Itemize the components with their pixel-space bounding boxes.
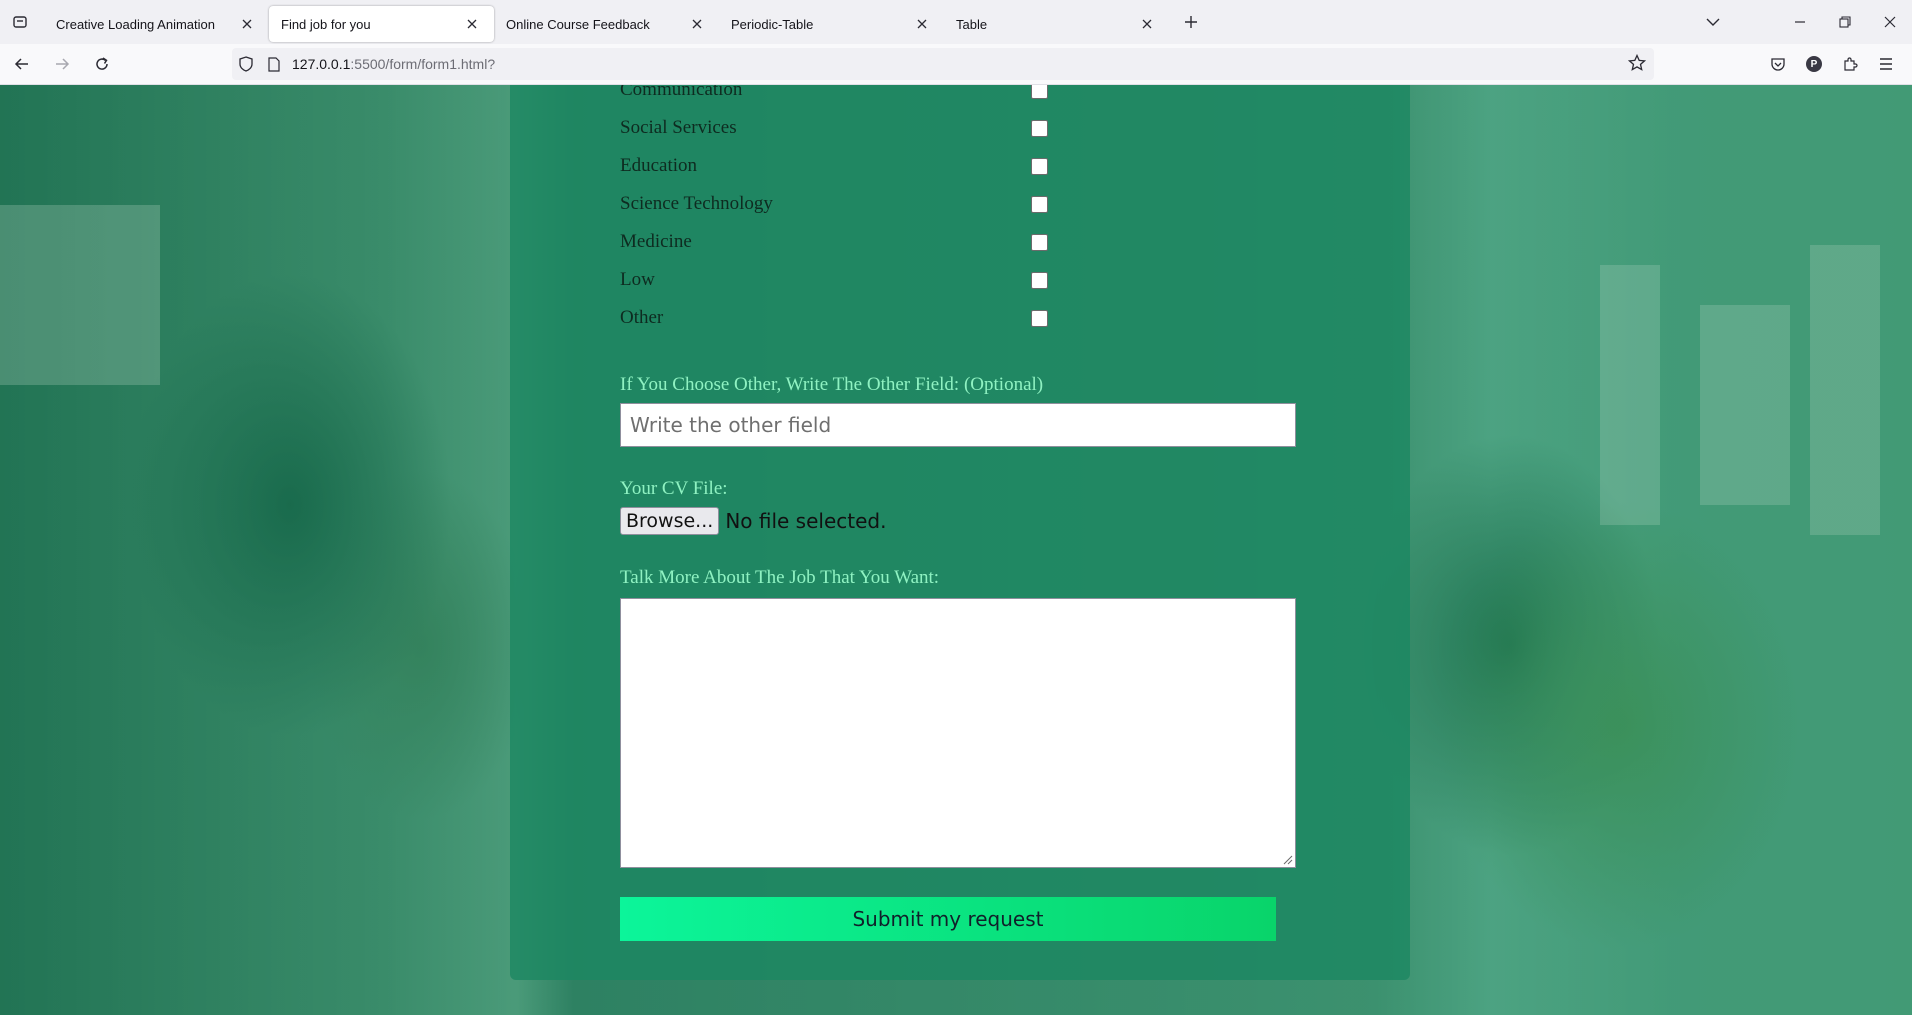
- cv-file-label: Your CV File:: [620, 478, 728, 499]
- job-details-label: Talk More About The Job That You Want:: [620, 567, 940, 588]
- forward-button[interactable]: [44, 48, 80, 80]
- tab-bar: Creative Loading Animation Find job for …: [0, 0, 1912, 44]
- close-tab-icon[interactable]: [1137, 14, 1157, 34]
- menu-button[interactable]: [1868, 48, 1904, 80]
- category-row-medicine: Medicine: [620, 229, 1240, 255]
- tab-title: Periodic-Table: [731, 16, 814, 32]
- background-photo: [0, 205, 160, 385]
- category-checkbox-social-services[interactable]: [1031, 119, 1048, 137]
- tab-periodic-table[interactable]: Periodic-Table: [719, 6, 944, 42]
- list-all-tabs-button[interactable]: [1691, 0, 1735, 44]
- job-details-textarea[interactable]: [620, 598, 1296, 868]
- arrow-left-icon: [14, 58, 28, 70]
- submit-button[interactable]: Submit my request: [620, 897, 1276, 941]
- minimize-icon: [1794, 21, 1805, 23]
- account-button[interactable]: P: [1796, 48, 1832, 80]
- background-photo: [1810, 245, 1880, 535]
- category-checkbox-communication[interactable]: [1031, 85, 1048, 99]
- reload-button[interactable]: [84, 48, 120, 80]
- close-tab-icon[interactable]: [462, 14, 482, 34]
- tab-title: Online Course Feedback: [506, 16, 650, 32]
- close-tab-icon[interactable]: [237, 14, 257, 34]
- cv-file-input: Browse... No file selected.: [620, 506, 886, 536]
- tab-title: Creative Loading Animation: [56, 16, 215, 32]
- other-field-label: If You Choose Other, Write The Other Fie…: [620, 374, 1044, 395]
- category-row-science-technology: Science Technology: [620, 191, 1240, 217]
- puzzle-icon: [1844, 57, 1858, 71]
- background-photo: [1600, 265, 1660, 525]
- url-host: 127.0.0.1: [292, 56, 351, 72]
- category-label: Science Technology: [620, 193, 773, 214]
- category-checkbox-education[interactable]: [1031, 157, 1048, 175]
- background-photo: [1700, 305, 1790, 505]
- tab-creative-loading-animation[interactable]: Creative Loading Animation: [44, 6, 269, 42]
- navigation-bar: 127.0.0.1:5500/form/form1.html? P: [0, 44, 1912, 85]
- tab-find-job-for-you[interactable]: Find job for you: [269, 6, 494, 42]
- avatar: P: [1806, 56, 1822, 72]
- category-checkbox-science-technology[interactable]: [1031, 195, 1048, 213]
- job-request-form: Communication Social Services Education …: [510, 85, 1410, 980]
- pocket-button[interactable]: [1760, 48, 1796, 80]
- tab-list-icon: [13, 16, 27, 28]
- category-row-other: Other: [620, 305, 1240, 331]
- close-tab-icon[interactable]: [687, 14, 707, 34]
- new-tab-button[interactable]: [1171, 4, 1211, 40]
- arrow-right-icon: [56, 58, 70, 70]
- category-label: Social Services: [620, 117, 737, 138]
- category-checkbox-low[interactable]: [1031, 271, 1048, 289]
- category-row-low: Low: [620, 267, 1240, 293]
- file-status: No file selected.: [725, 509, 887, 533]
- page-viewport: Communication Social Services Education …: [0, 85, 1912, 1015]
- hamburger-icon: [1880, 58, 1892, 70]
- tab-table[interactable]: Table: [944, 6, 1169, 42]
- url-path: :5500/form/form1.html?: [350, 56, 496, 72]
- browse-button[interactable]: Browse...: [620, 507, 720, 535]
- category-checkbox-other[interactable]: [1031, 309, 1048, 327]
- extensions-button[interactable]: [1832, 48, 1868, 80]
- back-button[interactable]: [4, 48, 40, 80]
- pocket-icon: [1771, 58, 1785, 71]
- resize-grip-icon[interactable]: [1283, 855, 1293, 865]
- chevron-down-icon: [1706, 18, 1720, 26]
- reload-icon: [96, 57, 108, 70]
- category-label: Communication: [620, 85, 743, 100]
- restore-button[interactable]: [1822, 0, 1867, 44]
- category-row-communication: Communication: [620, 85, 1240, 103]
- category-checkbox-medicine[interactable]: [1031, 233, 1048, 251]
- address-bar[interactable]: 127.0.0.1:5500/form/form1.html?: [232, 48, 1654, 80]
- category-row-social-services: Social Services: [620, 115, 1240, 141]
- tab-title: Find job for you: [281, 16, 371, 32]
- tab-title: Table: [956, 16, 988, 32]
- tab-list-button[interactable]: [0, 0, 40, 44]
- category-label: Low: [620, 269, 655, 290]
- category-label: Medicine: [620, 231, 692, 252]
- category-label: Other: [620, 307, 664, 328]
- page-icon[interactable]: [260, 48, 288, 80]
- close-icon: [1884, 16, 1895, 28]
- category-label: Education: [620, 155, 698, 176]
- shield-icon[interactable]: [232, 48, 260, 80]
- other-field-input[interactable]: Write the other field: [620, 403, 1296, 447]
- close-window-button[interactable]: [1867, 0, 1912, 44]
- close-tab-icon[interactable]: [912, 14, 932, 34]
- bookmark-star-icon[interactable]: [1627, 53, 1647, 75]
- minimize-button[interactable]: [1777, 0, 1822, 44]
- plus-icon: [1185, 16, 1197, 28]
- category-row-education: Education: [620, 153, 1240, 179]
- restore-icon: [1838, 16, 1851, 28]
- tab-online-course-feedback[interactable]: Online Course Feedback: [494, 6, 719, 42]
